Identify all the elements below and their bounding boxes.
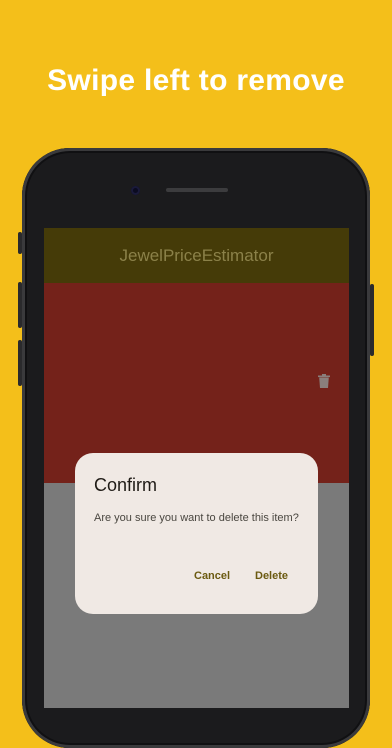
- app-title: JewelPriceEstimator: [119, 245, 274, 265]
- earpiece-speaker: [166, 188, 228, 192]
- dialog-title: Confirm: [94, 475, 158, 495]
- delete-button[interactable]: Delete: [255, 570, 288, 582]
- app-bar: JewelPriceEstimator: [44, 228, 349, 283]
- front-camera: [131, 186, 140, 195]
- promo-headline: Swipe left to remove: [47, 64, 345, 97]
- cancel-button[interactable]: Cancel: [194, 570, 230, 582]
- confirm-dialog: Confirm Are you sure you want to delete …: [75, 453, 318, 614]
- trash-icon[interactable]: [318, 374, 330, 388]
- dialog-message: Are you sure you want to delete this ite…: [94, 512, 299, 524]
- phone-power-button: [370, 284, 374, 356]
